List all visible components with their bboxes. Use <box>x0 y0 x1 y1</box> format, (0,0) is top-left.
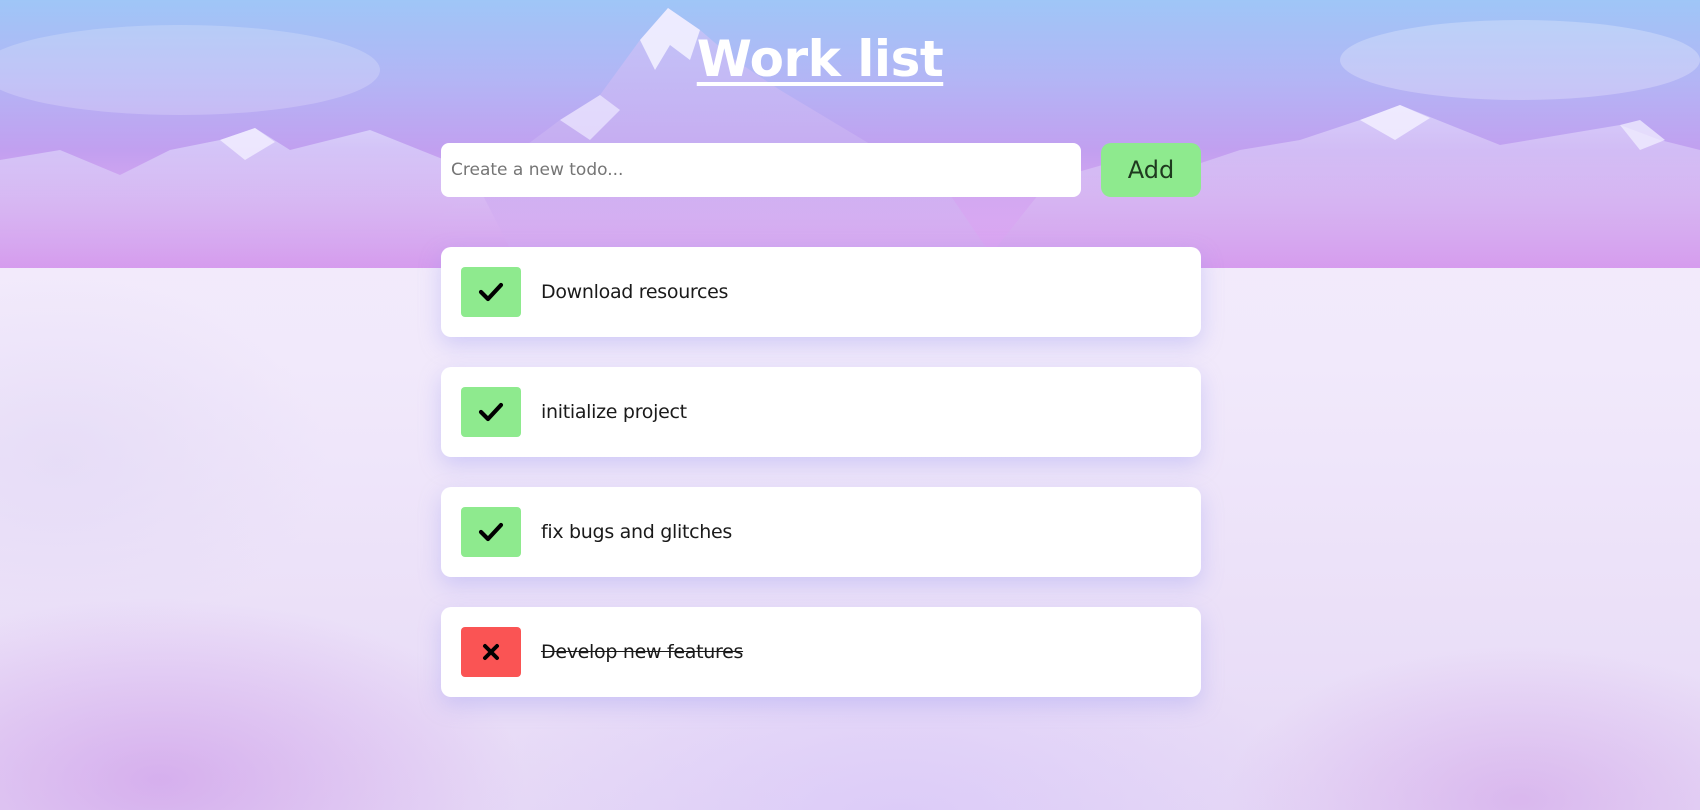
todo-list: Download resources initialize project fi… <box>441 247 1201 727</box>
toggle-complete-button[interactable] <box>461 387 521 437</box>
check-icon <box>478 402 504 422</box>
todo-text: initialize project <box>541 401 687 423</box>
todo-item: initialize project <box>441 367 1201 457</box>
todo-item: Download resources <box>441 247 1201 337</box>
todo-text: fix bugs and glitches <box>541 521 732 543</box>
check-icon <box>478 522 504 542</box>
toggle-complete-button[interactable] <box>461 627 521 677</box>
todo-text: Develop new features <box>541 641 744 663</box>
close-icon <box>483 644 499 660</box>
toggle-complete-button[interactable] <box>461 267 521 317</box>
page-title: Work list <box>696 30 944 88</box>
check-icon <box>478 282 504 302</box>
new-todo-input[interactable] <box>441 143 1081 197</box>
todo-text: Download resources <box>541 281 729 303</box>
page: Work list Add Download resources initial… <box>0 0 1700 810</box>
todo-item: Develop new features <box>441 607 1201 697</box>
todo-item: fix bugs and glitches <box>441 487 1201 577</box>
add-button[interactable]: Add <box>1101 143 1201 197</box>
toggle-complete-button[interactable] <box>461 507 521 557</box>
